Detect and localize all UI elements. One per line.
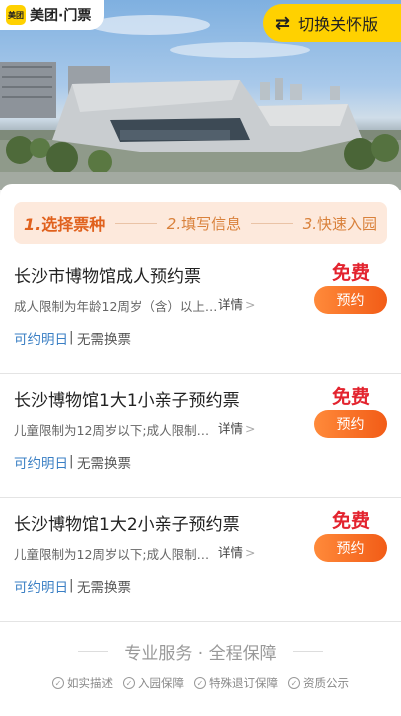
ticket-title: 长沙市博物馆成人预约票 (14, 267, 201, 287)
care-mode-button[interactable]: ⇄ 切换关怀版 (263, 4, 401, 42)
check-icon: ✓ (52, 677, 64, 689)
chevron-right-icon: > (245, 545, 256, 560)
ticket-title: 长沙博物馆1大1小亲子预约票 (14, 391, 240, 411)
ticket-description: 成人限制为年龄12周岁（含）以上… (14, 299, 218, 314)
details-link[interactable]: 详情 > (218, 542, 256, 561)
ticket-title: 长沙博物馆1大2小亲子预约票 (14, 515, 240, 535)
divider (78, 651, 109, 652)
ticket-item[interactable]: 长沙市博物馆成人预约票 成人限制为年龄12周岁（含）以上… 详情 > 可约明日 |… (0, 250, 401, 374)
logo-text: 美团·门票 (30, 8, 92, 24)
guarantee-item: ✓ 资质公示 (288, 675, 349, 691)
step-2: 2.填写信息 (166, 214, 242, 233)
care-mode-label: 切换关怀版 (298, 15, 379, 34)
separator: | (69, 329, 74, 345)
step-divider (115, 222, 157, 224)
check-icon: ✓ (194, 677, 206, 689)
booking-time: 可约明日 (14, 332, 68, 348)
ticket-item[interactable]: 长沙博物馆1大2小亲子预约票 儿童限制为12周岁以下;成人限制… 详情 > 可约明… (0, 498, 401, 622)
book-button[interactable]: 预约 (314, 286, 387, 314)
ticket-description: 儿童限制为12周岁以下;成人限制… (14, 423, 210, 438)
exchange-info: 无需换票 (77, 332, 131, 348)
book-button[interactable]: 预约 (314, 534, 387, 562)
meituan-logo: 美团 美团·门票 (0, 0, 104, 30)
chevron-right-icon: > (245, 421, 256, 436)
guarantee-list: ✓ 如实描述 ✓ 入园保障 ✓ 特殊退订保障 ✓ 资质公示 (0, 675, 401, 691)
guarantee-item: ✓ 如实描述 (52, 675, 113, 691)
exchange-info: 无需换票 (77, 456, 131, 472)
step-3: 3.快速入园 (302, 214, 378, 233)
chevron-right-icon: > (245, 297, 256, 312)
details-link[interactable]: 详情 > (218, 418, 256, 437)
ticket-page: 美团 美团·门票 ⇄ 切换关怀版 1.选择票种 2.填写信息 3.快速入园 长沙… (0, 0, 401, 716)
booking-time: 可约明日 (14, 456, 68, 472)
ticket-card: 1.选择票种 2.填写信息 3.快速入园 长沙市博物馆成人预约票 成人限制为年龄… (0, 184, 401, 716)
guarantee-item: ✓ 特殊退订保障 (194, 675, 278, 691)
booking-steps: 1.选择票种 2.填写信息 3.快速入园 (14, 202, 387, 244)
ticket-price: 免费 (332, 262, 371, 284)
swap-icon: ⇄ (275, 12, 291, 34)
step-divider (251, 222, 293, 224)
ticket-price: 免费 (332, 510, 371, 532)
exchange-info: 无需换票 (77, 580, 131, 596)
details-link[interactable]: 详情 > (218, 294, 256, 313)
divider (292, 651, 323, 652)
ticket-item[interactable]: 长沙博物馆1大1小亲子预约票 儿童限制为12周岁以下;成人限制… 详情 > 可约明… (0, 374, 401, 498)
ticket-price: 免费 (332, 386, 371, 408)
guarantee-title: 专业服务 · 全程保障 (0, 639, 401, 664)
ticket-description: 儿童限制为12周岁以下;成人限制… (14, 547, 210, 562)
separator: | (69, 453, 74, 469)
separator: | (69, 577, 74, 593)
guarantee-item: ✓ 入园保障 (123, 675, 184, 691)
step-1: 1.选择票种 (24, 215, 106, 234)
check-icon: ✓ (288, 677, 300, 689)
check-icon: ✓ (123, 677, 135, 689)
book-button[interactable]: 预约 (314, 410, 387, 438)
hero-banner: 美团 美团·门票 ⇄ 切换关怀版 (0, 0, 401, 190)
meituan-logo-icon: 美团 (6, 5, 26, 25)
booking-time: 可约明日 (14, 580, 68, 596)
